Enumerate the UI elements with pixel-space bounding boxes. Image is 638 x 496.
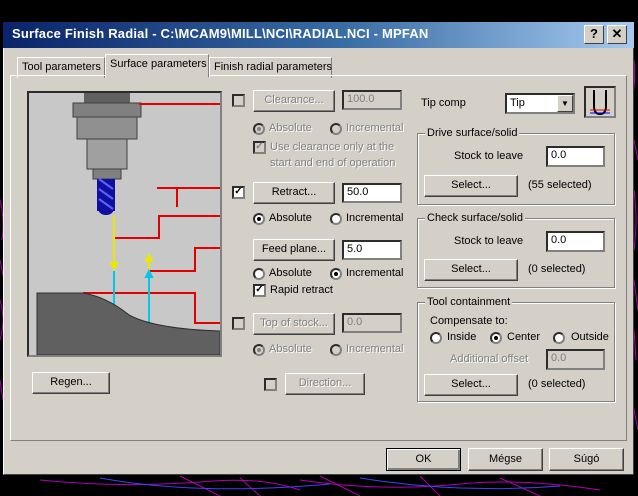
feed-plane-field[interactable]: 5.0 — [342, 240, 402, 260]
top-of-stock-incremental-label: Incremental — [346, 343, 404, 355]
feed-plane-absolute-label: Absolute — [269, 267, 312, 279]
feed-plane-button[interactable]: Feed plane... — [253, 239, 335, 261]
rapid-retract-label: Rapid retract — [270, 284, 333, 296]
retract-incremental-radio[interactable] — [330, 213, 342, 225]
drive-selected-count: (55 selected) — [528, 179, 592, 191]
clearance-absolute-label: Absolute — [269, 122, 312, 134]
clearance-incremental-label: Incremental — [346, 122, 404, 134]
rapid-retract-checkbox[interactable]: ✓ — [253, 284, 266, 297]
direction-checkbox[interactable] — [264, 378, 277, 391]
drive-stock-field[interactable]: 0.0 — [546, 146, 605, 167]
check-stock-field[interactable]: 0.0 — [546, 231, 605, 252]
top-of-stock-incremental-radio[interactable] — [330, 344, 342, 356]
clearance-field[interactable]: 100.0 — [342, 90, 402, 110]
tool-diagram — [29, 93, 221, 356]
inside-label: Inside — [447, 331, 477, 343]
containment-select-button[interactable]: Select... — [424, 374, 518, 396]
tip-comp-label: Tip comp — [421, 97, 466, 109]
ok-button[interactable]: OK — [386, 448, 461, 471]
title-bar[interactable]: Surface Finish Radial - C:\MCAM9\MILL\NC… — [3, 22, 634, 48]
retract-incremental-label: Incremental — [346, 212, 404, 224]
close-button[interactable]: ✕ — [607, 25, 627, 44]
retract-button[interactable]: Retract... — [253, 182, 335, 204]
tool-containment-title: Tool containment — [425, 296, 513, 308]
tip-comp-select[interactable]: Tip ▼ — [505, 93, 575, 114]
check-surface-title: Check surface/solid — [425, 212, 525, 224]
top-of-stock-absolute-label: Absolute — [269, 343, 312, 355]
outside-label: Outside — [571, 331, 609, 343]
retract-checkbox[interactable]: ✓ — [232, 186, 245, 199]
tab-surface-parameters[interactable]: Surface parameters — [105, 54, 209, 78]
direction-button[interactable]: Direction... — [285, 373, 365, 395]
help-footer-button[interactable]: Súgó — [549, 448, 624, 471]
top-of-stock-button[interactable]: Top of stock... — [253, 313, 335, 335]
compensate-to-label: Compensate to: — [430, 315, 508, 327]
top-of-stock-checkbox[interactable] — [232, 317, 245, 330]
use-clearance-only-label-1: Use clearance only at the — [270, 141, 395, 153]
top-of-stock-field[interactable]: 0.0 — [342, 313, 402, 333]
check-selected-count: (0 selected) — [528, 263, 586, 275]
containment-selected-count: (0 selected) — [528, 378, 586, 390]
retract-field[interactable]: 50.0 — [342, 183, 402, 203]
center-radio[interactable] — [490, 332, 502, 344]
tip-comp-icon — [584, 86, 616, 118]
clearance-button[interactable]: Clearance... — [253, 90, 335, 112]
check-stock-label: Stock to leave — [454, 235, 524, 247]
tip-comp-value: Tip — [510, 97, 525, 109]
clearance-incremental-radio[interactable] — [330, 123, 342, 135]
use-clearance-only-checkbox[interactable]: ✓ — [253, 141, 266, 154]
retract-absolute-radio[interactable] — [253, 213, 265, 225]
chevron-down-icon[interactable]: ▼ — [557, 95, 573, 112]
window-title: Surface Finish Radial - C:\MCAM9\MILL\NC… — [12, 26, 429, 41]
clearance-checkbox[interactable] — [232, 94, 245, 107]
regen-button[interactable]: Regen... — [32, 372, 110, 394]
check-select-button[interactable]: Select... — [424, 259, 518, 281]
drive-surface-title: Drive surface/solid — [425, 127, 520, 139]
cutter-icon — [97, 178, 115, 215]
drive-select-button[interactable]: Select... — [424, 175, 518, 197]
center-label: Center — [507, 331, 541, 343]
feed-plane-incremental-radio[interactable] — [330, 268, 342, 280]
feed-plane-incremental-label: Incremental — [346, 267, 404, 279]
additional-offset-field[interactable]: 0.0 — [546, 349, 605, 370]
drive-stock-label: Stock to leave — [454, 150, 524, 162]
cancel-button[interactable]: Mégse — [468, 448, 543, 471]
retract-absolute-label: Absolute — [269, 212, 312, 224]
use-clearance-only-label-2: start and end of operation — [270, 157, 396, 169]
feed-plane-absolute-radio[interactable] — [253, 268, 265, 280]
top-of-stock-absolute-radio[interactable] — [253, 344, 265, 356]
additional-offset-label: Additional offset — [450, 353, 529, 365]
help-button[interactable]: ? — [584, 25, 604, 44]
illustration-panel — [27, 91, 222, 357]
clearance-absolute-radio[interactable] — [253, 123, 265, 135]
outside-radio[interactable] — [553, 332, 565, 344]
inside-radio[interactable] — [430, 332, 442, 344]
